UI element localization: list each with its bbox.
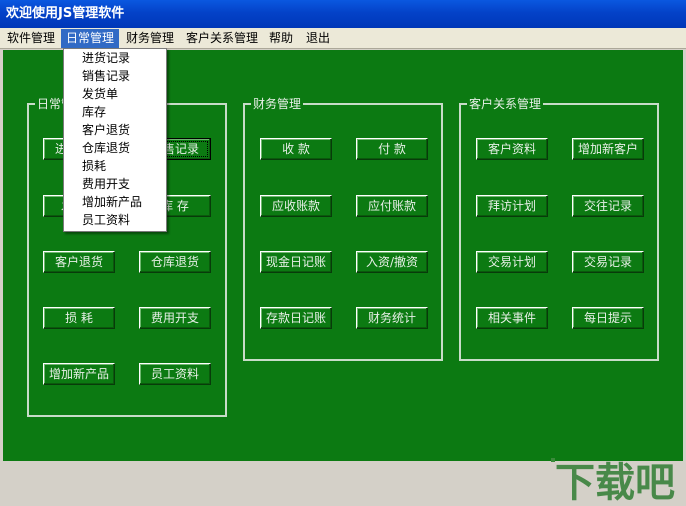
btn-cash-journal[interactable]: 现金日记账 (260, 251, 332, 273)
btn-customer-return[interactable]: 客户退货 (43, 251, 115, 273)
menu-crm[interactable]: 客户关系管理 (181, 29, 263, 48)
dropdown-item-loss[interactable]: 损耗 (64, 157, 166, 175)
btn-related-events[interactable]: 相关事件 (476, 307, 548, 329)
window-title: 欢迎使用JS管理软件 (6, 6, 125, 21)
dropdown-item-inventory[interactable]: 库存 (64, 103, 166, 121)
dropdown-item-expenses[interactable]: 费用开支 (64, 175, 166, 193)
menu-help[interactable]: 帮助 (264, 29, 298, 48)
btn-staff-info[interactable]: 员工资料 (139, 363, 211, 385)
dropdown-item-sales-record[interactable]: 销售记录 (64, 67, 166, 85)
btn-deposit-journal[interactable]: 存款日记账 (260, 307, 332, 329)
menu-bar: 软件管理 日常管理 财务管理 客户关系管理 帮助 退出 (0, 28, 686, 49)
btn-receivables[interactable]: 应收账款 (260, 195, 332, 217)
btn-warehouse-return[interactable]: 仓库退货 (139, 251, 211, 273)
crm-group-title: 客户关系管理 (467, 97, 544, 111)
dropdown-item-shipping-order[interactable]: 发货单 (64, 85, 166, 103)
crm-group: 客户关系管理 客户资料 增加新客户 拜访计划 交往记录 交易计划 交易记录 相关… (459, 97, 659, 361)
btn-pay[interactable]: 付 款 (356, 138, 428, 160)
btn-contact-record[interactable]: 交往记录 (572, 195, 644, 217)
menu-software[interactable]: 软件管理 (2, 29, 60, 48)
finance-group-title: 财务管理 (251, 97, 304, 111)
btn-customer-info[interactable]: 客户资料 (476, 138, 548, 160)
menu-exit[interactable]: 退出 (301, 29, 335, 48)
menu-finance[interactable]: 财务管理 (121, 29, 179, 48)
daily-dropdown-menu: 进货记录 销售记录 发货单 库存 客户退货 仓库退货 损耗 费用开支 增加新产品… (63, 48, 167, 232)
watermark-logo: 下载吧 (551, 458, 675, 506)
finance-group: 财务管理 收 款 付 款 应收账款 应付账款 现金日记账 入资/撤资 存款日记账… (243, 97, 443, 361)
btn-loss[interactable]: 损 耗 (43, 307, 115, 329)
btn-deal-record[interactable]: 交易记录 (572, 251, 644, 273)
btn-payables[interactable]: 应付账款 (356, 195, 428, 217)
menu-daily[interactable]: 日常管理 (61, 29, 120, 48)
dropdown-item-customer-return[interactable]: 客户退货 (64, 121, 166, 139)
btn-receive-payment[interactable]: 收 款 (260, 138, 332, 160)
btn-daily-tips[interactable]: 每日提示 (572, 307, 644, 329)
app-window: 欢迎使用JS管理软件 软件管理 日常管理 财务管理 客户关系管理 帮助 退出 日… (0, 0, 686, 506)
btn-add-customer[interactable]: 增加新客户 (572, 138, 644, 160)
dropdown-item-staff-info[interactable]: 员工资料 (64, 211, 166, 229)
btn-add-product[interactable]: 增加新产品 (43, 363, 115, 385)
title-bar: 欢迎使用JS管理软件 (0, 0, 686, 28)
btn-deal-plan[interactable]: 交易计划 (476, 251, 548, 273)
dropdown-item-add-product[interactable]: 增加新产品 (64, 193, 166, 211)
dropdown-item-purchase-record[interactable]: 进货记录 (64, 49, 166, 67)
dropdown-item-warehouse-return[interactable]: 仓库退货 (64, 139, 166, 157)
btn-finance-stats[interactable]: 财务统计 (356, 307, 428, 329)
watermark-text: 下载吧 (555, 460, 675, 506)
btn-capital[interactable]: 入资/撤资 (356, 251, 428, 273)
btn-expenses[interactable]: 费用开支 (139, 307, 211, 329)
btn-visit-plan[interactable]: 拜访计划 (476, 195, 548, 217)
